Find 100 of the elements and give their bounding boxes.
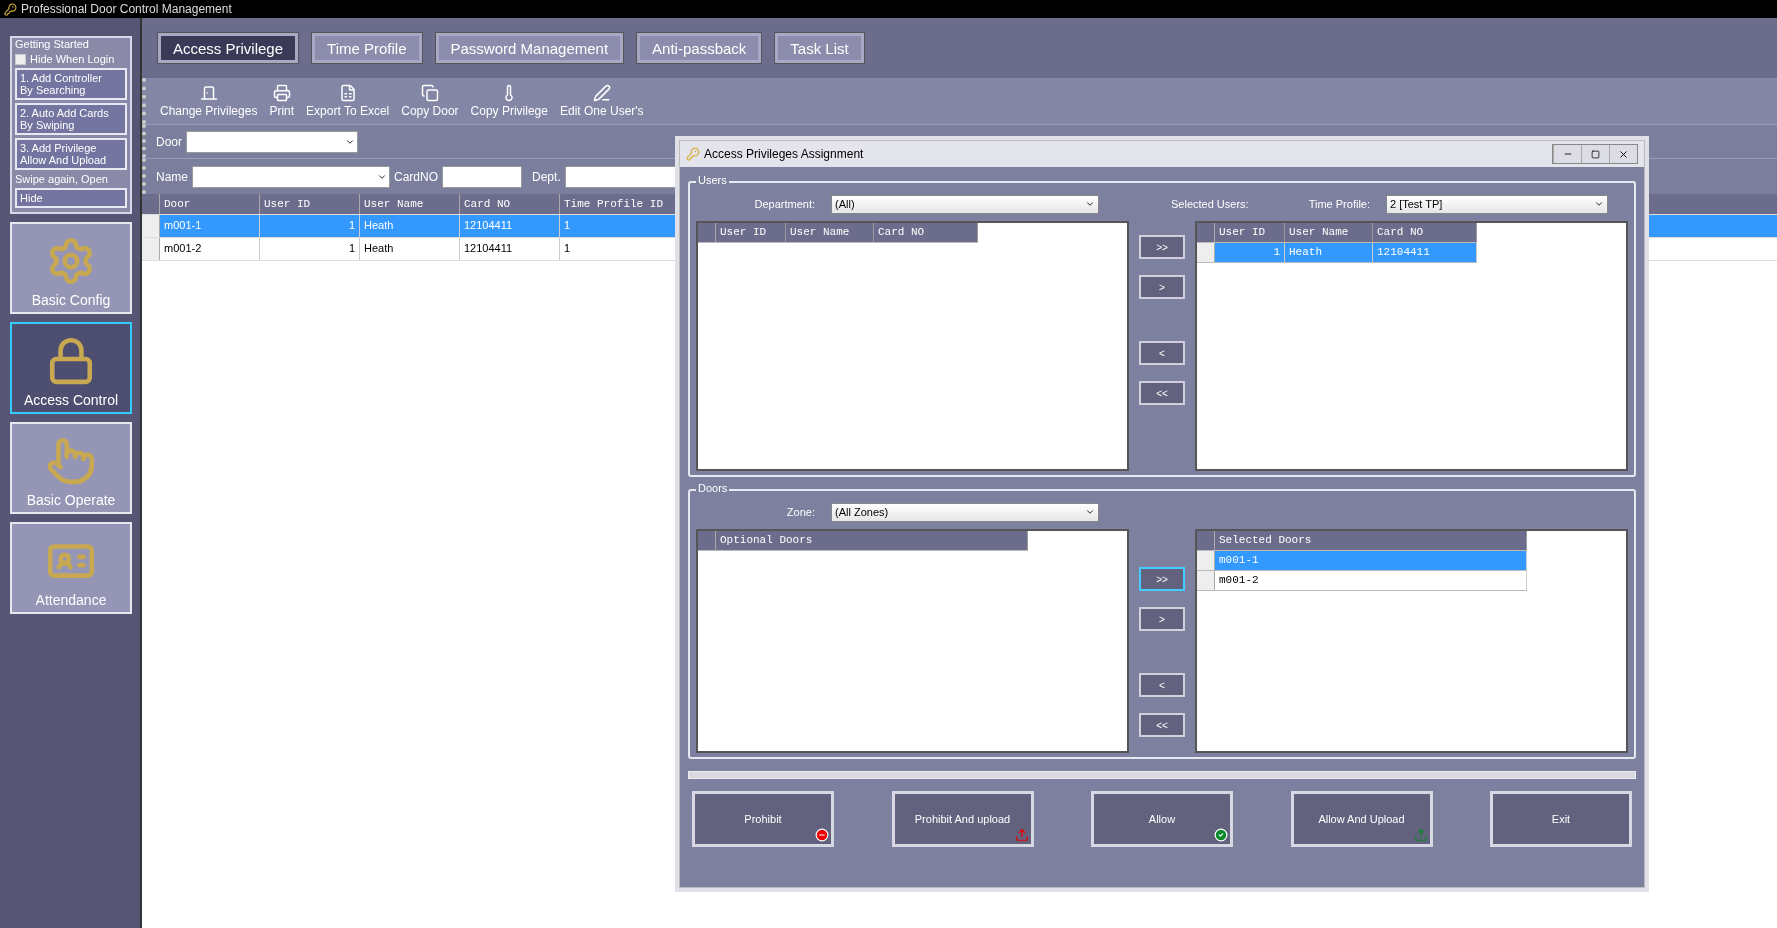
table-cell: m001-2 xyxy=(160,238,260,260)
upload-icon xyxy=(1413,828,1428,842)
time-profile-dropdown[interactable]: 2 [Test TP] xyxy=(1386,194,1608,214)
column-header: User ID xyxy=(716,223,786,242)
upload-icon xyxy=(1014,828,1029,842)
copy-icon xyxy=(420,84,439,102)
pen-icon xyxy=(592,84,611,102)
module-tile[interactable]: Attendance xyxy=(10,522,132,614)
tab[interactable]: Task List xyxy=(775,33,864,63)
action-button[interactable]: Exit xyxy=(1490,791,1632,847)
group-title: Users xyxy=(696,174,729,186)
module-tile[interactable]: Basic Operate xyxy=(10,422,132,514)
row-header xyxy=(1197,223,1215,242)
row-header xyxy=(1197,531,1215,550)
column-header: User ID xyxy=(260,194,360,214)
maximize-button[interactable] xyxy=(1581,145,1609,163)
zone-label: Zone: xyxy=(785,506,816,518)
step-button[interactable]: 2. Auto Add Cards By Swiping xyxy=(15,103,127,135)
maximize-icon xyxy=(1591,149,1600,159)
toolbar-button[interactable]: Change Privileges xyxy=(160,84,258,118)
card-no-field[interactable] xyxy=(442,165,523,188)
selected-users-label: Selected Users: xyxy=(1171,198,1250,210)
close-button[interactable] xyxy=(1609,145,1637,163)
table-cell: m001-1 xyxy=(160,215,260,237)
list-row[interactable]: 1 Heath 12104411 xyxy=(1197,243,1477,263)
toolbar-button[interactable]: Copy Privilege xyxy=(470,84,548,118)
zone-dropdown[interactable]: (All Zones) xyxy=(831,502,1099,522)
department-label: Department: xyxy=(753,198,816,210)
toolbar-button[interactable]: Edit One User's xyxy=(559,84,644,118)
check-icon xyxy=(1214,828,1228,842)
tab[interactable]: Anti-passback xyxy=(637,33,762,63)
column-header: Optional Doors xyxy=(716,531,1028,550)
hide-button[interactable]: Hide xyxy=(15,188,127,208)
column-header: Door xyxy=(160,194,260,214)
row-header xyxy=(698,531,716,550)
column-header: User Name xyxy=(360,194,460,214)
toolbar-button[interactable]: Copy Door xyxy=(401,84,459,118)
caret-icon xyxy=(1085,507,1095,517)
list-box[interactable]: User ID User Name Card NO xyxy=(696,221,1129,471)
hide-when-login-checkbox[interactable]: Hide When Login xyxy=(15,53,127,65)
dialog-title: Access Privileges Assignment xyxy=(704,147,865,161)
door-icon xyxy=(199,84,218,102)
step-button[interactable]: 3. Add Privilege Allow And Upload xyxy=(15,138,127,170)
row-header xyxy=(142,215,160,237)
row-header xyxy=(1197,551,1215,570)
door-dropdown[interactable] xyxy=(186,130,358,153)
spreadsheet-icon xyxy=(338,84,357,102)
close-icon xyxy=(1618,148,1629,160)
column-header: Selected Doors xyxy=(1215,531,1527,550)
list-box[interactable]: Optional Doors xyxy=(696,529,1129,753)
caret-icon xyxy=(1085,199,1095,209)
step-button[interactable]: 1. Add Controller By Searching xyxy=(15,68,127,100)
row-header xyxy=(1197,243,1215,262)
toolbar-button[interactable]: Print xyxy=(269,84,295,118)
list-box[interactable]: Selected Doors m001-1 m001-2 xyxy=(1195,529,1628,753)
action-button[interactable]: Allow And Upload xyxy=(1290,791,1433,847)
list-cell: 1 xyxy=(1215,243,1285,262)
row-header xyxy=(142,238,160,260)
toolbar-button[interactable]: Export To Excel xyxy=(306,84,390,118)
tab[interactable]: Password Management xyxy=(435,33,624,63)
column-header: User Name xyxy=(1285,223,1373,242)
module-tile[interactable]: Access Control xyxy=(10,322,132,414)
department-dropdown[interactable]: (All) xyxy=(831,194,1099,214)
list-box[interactable]: User ID User Name Card NO 1 Heath 12104411 xyxy=(1195,221,1628,471)
table-cell: 12104411 xyxy=(460,215,560,237)
move-button[interactable]: << xyxy=(1139,713,1185,737)
move-button[interactable]: >> xyxy=(1139,235,1185,259)
row-header xyxy=(1197,571,1215,590)
action-button[interactable]: Allow xyxy=(1091,791,1233,847)
module-tile[interactable]: Basic Config xyxy=(10,222,132,314)
pointing-hand-icon xyxy=(46,436,96,486)
column-header: Card NO xyxy=(1373,223,1477,242)
group-title: Doors xyxy=(696,482,730,494)
move-button[interactable]: > xyxy=(1139,275,1185,299)
dept-label: Dept. xyxy=(532,169,561,184)
minimize-button[interactable] xyxy=(1553,145,1581,163)
move-button[interactable]: >> xyxy=(1139,567,1185,591)
name-dropdown[interactable] xyxy=(192,165,390,188)
action-button[interactable]: Prohibit xyxy=(692,791,834,847)
column-header: User ID xyxy=(1215,223,1285,242)
move-button[interactable]: > xyxy=(1139,607,1185,631)
column-header: Card NO xyxy=(874,223,978,242)
key-icon xyxy=(686,147,700,161)
list-cell: 12104411 xyxy=(1373,243,1477,262)
row-header xyxy=(698,223,716,242)
name-label: Name xyxy=(156,169,188,184)
window-title: Professional Door Control Management xyxy=(21,2,232,16)
move-button[interactable]: << xyxy=(1139,381,1185,405)
time-profile-label: Time Profile: xyxy=(1307,198,1371,210)
panel-title: Getting Started xyxy=(15,38,90,50)
column-header: Card NO xyxy=(460,194,560,214)
tab[interactable]: Access Privilege xyxy=(158,33,299,63)
printer-icon xyxy=(272,84,291,102)
action-button[interactable]: Prohibit And upload xyxy=(891,791,1034,847)
checkbox[interactable] xyxy=(15,53,26,65)
move-button[interactable]: < xyxy=(1139,341,1185,365)
table-cell: 1 xyxy=(260,215,360,237)
move-button[interactable]: < xyxy=(1139,673,1185,697)
card-no-label: CardNO xyxy=(394,169,439,184)
tab[interactable]: Time Profile xyxy=(312,33,422,63)
